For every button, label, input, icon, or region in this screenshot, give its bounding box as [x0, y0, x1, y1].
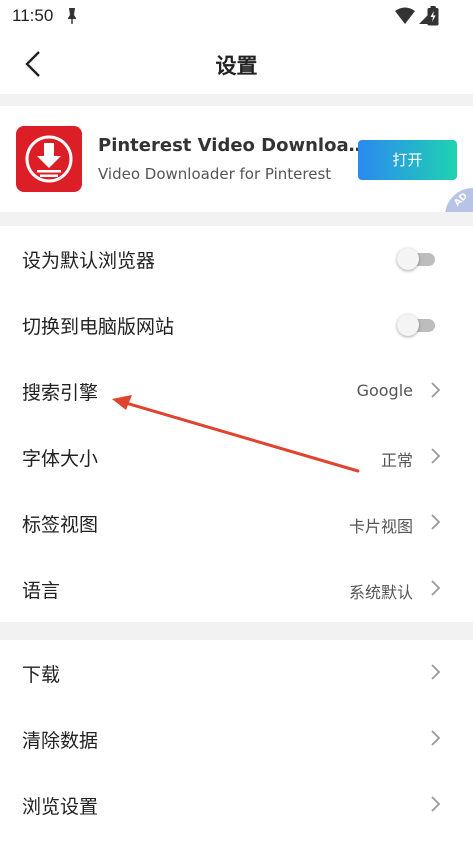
wifi-icon — [395, 7, 415, 24]
setting-label: 清除数据 — [22, 730, 99, 752]
chevron-right-icon — [431, 664, 441, 680]
chevron-right-icon — [431, 382, 441, 398]
setting-label: 字体大小 — [22, 448, 99, 470]
open-button[interactable]: 打开 — [358, 140, 457, 180]
app-icon[interactable] — [16, 126, 82, 192]
toggle-knob — [397, 248, 419, 270]
default-browser-toggle[interactable] — [397, 248, 437, 270]
battery-icon — [427, 6, 439, 26]
setting-label: 下载 — [22, 664, 61, 686]
section-divider — [0, 212, 473, 226]
setting-browse-settings[interactable]: 浏览设置 — [0, 772, 473, 838]
status-bar: 11:50 — [0, 0, 473, 32]
ad-badge-label: AD — [452, 191, 470, 209]
chevron-right-icon — [431, 580, 441, 596]
download-icon — [25, 135, 73, 183]
setting-value: 系统默认 — [348, 583, 413, 602]
setting-label: 搜索引擎 — [22, 382, 99, 404]
setting-label: 标签视图 — [22, 514, 99, 536]
setting-value: 卡片视图 — [348, 517, 413, 536]
setting-search-engine[interactable]: 搜索引擎 Google — [0, 358, 473, 424]
setting-label: 浏览设置 — [22, 796, 99, 818]
ad-banner[interactable]: Pinterest Video Downloa… Video Downloade… — [0, 106, 473, 216]
setting-label: 设为默认浏览器 — [22, 250, 156, 272]
setting-tab-view[interactable]: 标签视图 卡片视图 — [0, 490, 473, 556]
status-time: 11:50 — [12, 6, 54, 25]
chevron-right-icon — [431, 514, 441, 530]
setting-font-size[interactable]: 字体大小 正常 — [0, 424, 473, 490]
section-divider — [0, 94, 473, 106]
section-divider — [0, 622, 473, 640]
setting-label: 语言 — [22, 580, 61, 602]
app-bar: 设置 — [0, 32, 473, 94]
desktop-site-toggle[interactable] — [397, 314, 437, 336]
chevron-right-icon — [431, 448, 441, 464]
notification-icon — [68, 8, 76, 24]
setting-value: 正常 — [380, 451, 413, 470]
setting-value: Google — [356, 381, 413, 400]
setting-desktop-site[interactable]: 切换到电脑版网站 — [0, 292, 473, 358]
setting-language[interactable]: 语言 系统默认 — [0, 556, 473, 622]
ad-app-subtitle: Video Downloader for Pinterest — [98, 165, 332, 183]
chevron-right-icon — [431, 730, 441, 746]
setting-default-browser[interactable]: 设为默认浏览器 — [0, 226, 473, 292]
ad-app-name: Pinterest Video Downloa… — [98, 135, 367, 156]
chevron-right-icon — [431, 796, 441, 812]
setting-download[interactable]: 下载 — [0, 640, 473, 706]
setting-label: 切换到电脑版网站 — [22, 316, 175, 338]
setting-clear-data[interactable]: 清除数据 — [0, 706, 473, 772]
page-title: 设置 — [215, 54, 258, 78]
toggle-knob — [397, 314, 419, 336]
